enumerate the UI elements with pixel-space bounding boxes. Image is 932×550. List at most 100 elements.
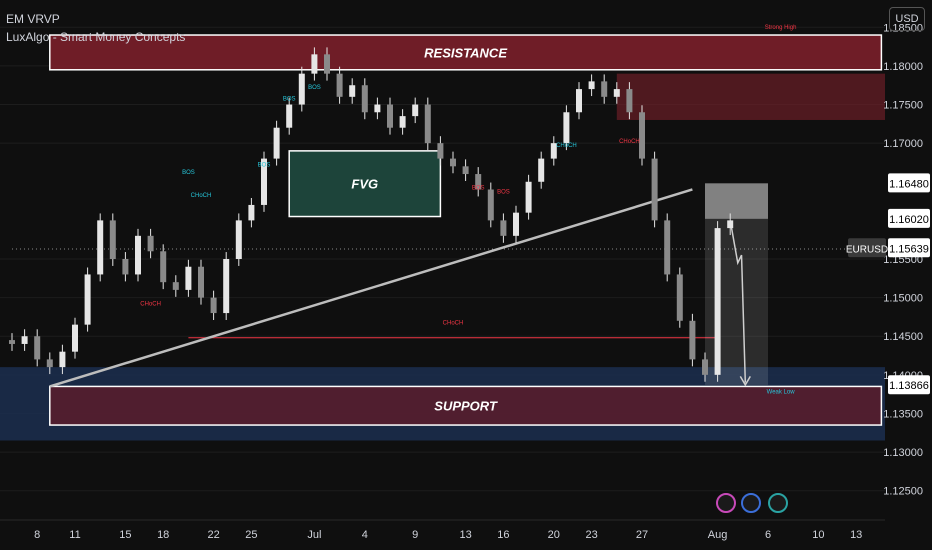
resistance-extension — [616, 73, 885, 120]
candle — [450, 158, 456, 167]
candle — [576, 89, 582, 113]
candle — [613, 89, 620, 97]
us-flag-icon — [741, 493, 761, 513]
x-tick-label: Aug — [708, 529, 728, 541]
annotation-label: CHoCH — [556, 143, 577, 149]
annotation-label: BOS — [258, 162, 271, 168]
candle — [538, 158, 545, 182]
candle — [651, 158, 658, 221]
candle — [626, 89, 633, 113]
x-tick-label: 25 — [245, 529, 257, 541]
x-tick-label: 4 — [362, 529, 368, 541]
x-tick-label: 22 — [207, 529, 219, 541]
annotation-label: CHoCH — [619, 139, 640, 145]
annotation-label: Strong High — [765, 25, 797, 31]
price-label: 1.15639 — [889, 243, 929, 255]
candle — [59, 351, 66, 368]
annotation-label: CHoCH — [443, 321, 464, 327]
candle — [147, 235, 154, 252]
currency-button[interactable]: USD — [889, 7, 925, 31]
candle — [487, 189, 494, 221]
annotation-label: BOS — [182, 170, 195, 176]
x-tick-label: 11 — [69, 529, 80, 541]
candle — [97, 220, 104, 275]
x-tick-label: 13 — [459, 529, 471, 541]
candle — [601, 81, 608, 97]
candle — [21, 336, 28, 344]
x-tick-label: 16 — [497, 529, 509, 541]
trendline — [49, 188, 693, 388]
x-tick-label: 27 — [636, 529, 648, 541]
candle — [563, 112, 570, 144]
candle — [172, 282, 179, 290]
x-tick-label: 8 — [34, 529, 40, 541]
candle — [714, 228, 721, 375]
y-tick-label: 1.17000 — [883, 138, 923, 150]
target-box — [705, 183, 768, 219]
candle — [210, 297, 217, 314]
annotation-label: BOS — [472, 185, 485, 191]
candle — [298, 73, 305, 105]
candle — [689, 320, 696, 360]
candle — [462, 166, 469, 175]
price-axis — [885, 0, 932, 550]
y-tick-label: 1.14500 — [883, 331, 923, 343]
x-tick-label: 18 — [157, 529, 169, 541]
y-tick-label: 1.15000 — [883, 293, 923, 305]
candle — [727, 220, 734, 229]
symbol-badge: EURUSD — [846, 244, 888, 255]
candle — [424, 104, 431, 144]
x-tick-label: 9 — [412, 529, 418, 541]
candle — [135, 235, 141, 275]
candle — [437, 143, 444, 159]
candle — [198, 266, 204, 298]
candle — [223, 259, 230, 314]
y-tick-label: 1.13500 — [883, 408, 923, 420]
x-tick-label: 23 — [585, 529, 597, 541]
candle — [235, 220, 242, 259]
candle — [46, 359, 53, 368]
candle — [702, 359, 708, 375]
annotation-label: CHoCH — [140, 301, 161, 307]
candle — [676, 274, 683, 321]
candle — [349, 85, 356, 97]
x-tick-label: 10 — [812, 529, 824, 541]
candle — [639, 112, 645, 159]
price-label: 1.16020 — [889, 214, 929, 226]
candle — [311, 54, 318, 74]
annotation-label: CHoCH — [191, 193, 212, 199]
candle — [72, 324, 78, 352]
candle — [9, 340, 15, 344]
candle — [122, 259, 129, 275]
annotation-label: BOS — [497, 189, 510, 195]
candle — [160, 251, 167, 283]
candle — [399, 116, 406, 128]
candle — [664, 220, 671, 275]
candle — [34, 336, 41, 360]
lightning-icon — [716, 493, 736, 513]
y-tick-label: 1.12500 — [883, 486, 923, 498]
candle — [412, 104, 419, 117]
support-label: SUPPORT — [434, 399, 498, 414]
candle — [286, 104, 293, 128]
projection-box — [705, 218, 768, 385]
fvg-label: FVG — [351, 177, 378, 192]
annotation-label: BOS — [283, 97, 296, 103]
x-tick-label: 6 — [765, 529, 771, 541]
y-tick-label: 1.17500 — [883, 100, 923, 112]
candle — [588, 81, 595, 90]
y-tick-label: 1.18000 — [883, 61, 923, 73]
candle — [185, 266, 192, 290]
candle — [513, 212, 519, 236]
candle — [387, 104, 393, 128]
price-chart[interactable]: RESISTANCE SUPPORT FVG BOS BOS BOS BOS CHoCH CHo… — [0, 0, 932, 550]
resistance-label: RESISTANCE — [424, 45, 507, 60]
symbol-line: EM VRVP — [6, 12, 60, 26]
x-tick-label: 15 — [119, 529, 131, 541]
candle — [525, 181, 532, 213]
globe-icon — [768, 493, 788, 513]
indicator-line: LuxAlgo - Smart Money Concepts — [6, 30, 186, 44]
candle — [500, 220, 507, 236]
candle — [248, 204, 255, 221]
annotation-label: Weak Low — [767, 389, 796, 395]
